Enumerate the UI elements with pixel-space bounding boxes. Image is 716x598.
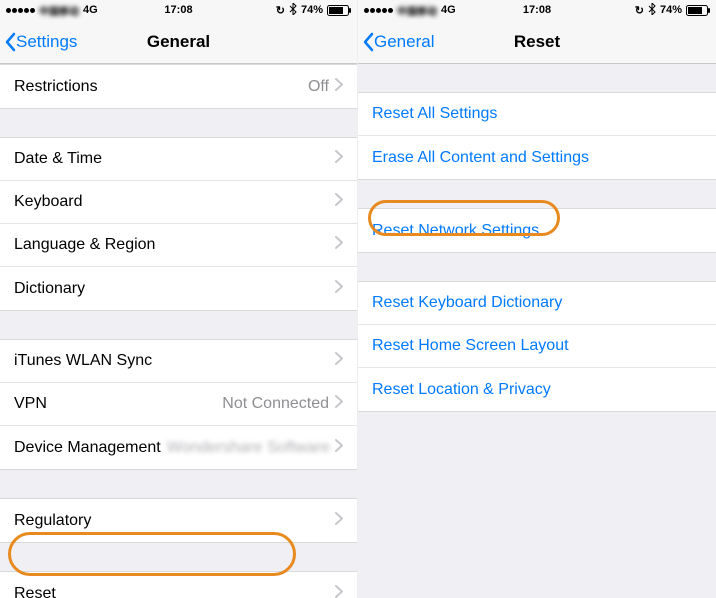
row-reset-all-settings[interactable]: Reset All Settings [358, 93, 716, 136]
phone-left-general: 中国移动 4G 17:08 ↻ 74% Settings General [0, 0, 358, 598]
row-reset-keyboard-dictionary[interactable]: Reset Keyboard Dictionary [358, 282, 716, 325]
back-button-settings[interactable]: Settings [0, 32, 77, 52]
row-erase-all-content[interactable]: Erase All Content and Settings [358, 136, 716, 179]
row-reset-location-privacy[interactable]: Reset Location & Privacy [358, 368, 716, 411]
chevron-right-icon [335, 352, 343, 370]
row-label: Dictionary [14, 280, 335, 298]
nav-bar: General Reset [358, 20, 716, 64]
row-label: Restrictions [14, 78, 308, 96]
back-button-general[interactable]: General [358, 32, 434, 52]
battery-pct: 74% [301, 4, 323, 16]
reset-list[interactable]: Reset All Settings Erase All Content and… [358, 64, 716, 598]
chevron-right-icon [335, 150, 343, 168]
row-label: Reset Home Screen Layout [372, 337, 702, 355]
chevron-right-icon [335, 395, 343, 413]
status-bar: 中国移动 4G 17:08 ↻ 74% [0, 0, 357, 20]
row-vpn[interactable]: VPN Not Connected [0, 383, 357, 426]
row-device-management[interactable]: Device Management Wondershare Software, … [0, 426, 357, 469]
general-list[interactable]: Restrictions Off Date & Time Keyboard La… [0, 64, 357, 598]
row-dictionary[interactable]: Dictionary [0, 267, 357, 310]
chevron-right-icon [335, 512, 343, 530]
chevron-left-icon [4, 32, 16, 52]
battery-icon [327, 5, 351, 16]
phone-right-reset: 中国移动 4G 17:08 ↻ 74% General Reset [358, 0, 716, 598]
row-label: Reset Network Settings [372, 222, 702, 240]
battery-icon [686, 5, 710, 16]
row-label: Reset [14, 585, 335, 598]
chevron-right-icon [335, 236, 343, 254]
sync-icon: ↻ [276, 4, 285, 17]
status-bar: 中国移动 4G 17:08 ↻ 74% [358, 0, 716, 20]
row-label: iTunes WLAN Sync [14, 352, 335, 370]
row-label: Keyboard [14, 193, 335, 211]
status-right: ↻ 74% [635, 3, 710, 18]
back-label: Settings [16, 32, 77, 52]
bluetooth-icon [648, 3, 656, 18]
sync-icon: ↻ [635, 4, 644, 17]
row-label: Regulatory [14, 512, 335, 530]
row-itunes-wlan-sync[interactable]: iTunes WLAN Sync [0, 340, 357, 383]
bluetooth-icon [289, 3, 297, 18]
row-reset-network-settings[interactable]: Reset Network Settings [358, 209, 716, 252]
row-restrictions[interactable]: Restrictions Off [0, 65, 357, 108]
row-label: Reset All Settings [372, 105, 702, 123]
row-label: Erase All Content and Settings [372, 149, 702, 167]
chevron-right-icon [335, 78, 343, 96]
row-label: Date & Time [14, 150, 335, 168]
row-value: Not Connected [222, 395, 329, 413]
row-regulatory[interactable]: Regulatory [0, 499, 357, 542]
chevron-right-icon [335, 193, 343, 211]
chevron-right-icon [335, 439, 343, 457]
row-label: VPN [14, 395, 222, 413]
row-label: Reset Location & Privacy [372, 381, 702, 399]
chevron-right-icon [335, 585, 343, 598]
chevron-left-icon [362, 32, 374, 52]
row-value: Wondershare Software, LTD [167, 439, 329, 457]
row-label: Device Management [14, 439, 161, 457]
row-date-time[interactable]: Date & Time [0, 138, 357, 181]
battery-pct: 74% [660, 4, 682, 16]
back-label: General [374, 32, 434, 52]
row-label: Language & Region [14, 236, 335, 254]
row-language-region[interactable]: Language & Region [0, 224, 357, 267]
row-reset[interactable]: Reset [0, 572, 357, 598]
chevron-right-icon [335, 280, 343, 298]
status-right: ↻ 74% [276, 3, 351, 18]
dual-screenshot: 中国移动 4G 17:08 ↻ 74% Settings General [0, 0, 716, 598]
row-value: Off [308, 78, 329, 96]
row-label: Reset Keyboard Dictionary [372, 294, 702, 312]
row-keyboard[interactable]: Keyboard [0, 181, 357, 224]
nav-bar: Settings General [0, 20, 357, 64]
row-reset-home-screen[interactable]: Reset Home Screen Layout [358, 325, 716, 368]
